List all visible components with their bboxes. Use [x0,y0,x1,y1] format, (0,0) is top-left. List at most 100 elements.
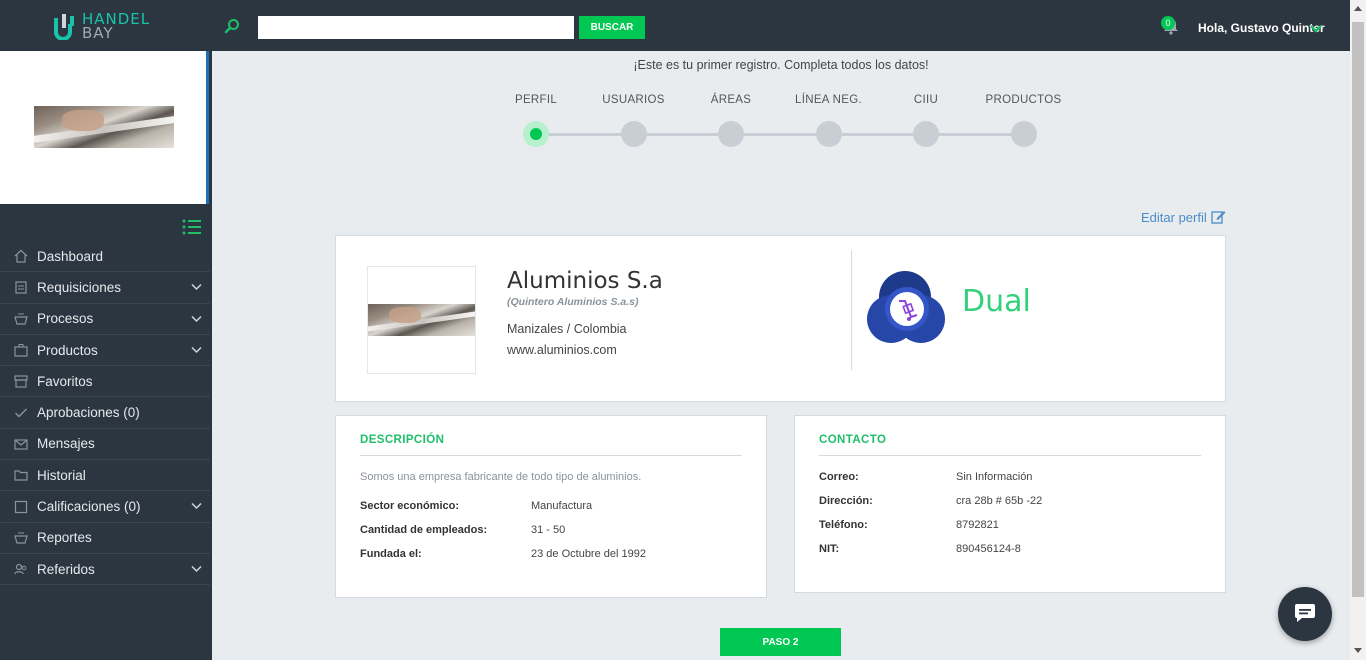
company-website[interactable]: www.aluminios.com [507,343,617,357]
company-name: Aluminios S.a [507,268,663,294]
sidebar-item-requisiciones[interactable]: Requisiciones [0,272,210,304]
employees-label: Cantidad de empleados: [360,524,488,536]
sidebar-item-label: Favoritos [37,373,93,389]
founded-label: Fundada el: [360,548,422,560]
sidebar-menu: Dashboard Requisiciones Procesos Product… [0,241,210,586]
chat-bubble-icon [1295,604,1315,622]
phone-value: 8792821 [956,519,999,531]
address-value: cra 28b # 65b -22 [956,495,1043,507]
user-greeting[interactable]: Hola, Gustavo Quinter [1198,21,1325,35]
first-registration-message: ¡Este es tu primer registro. Completa to… [633,58,929,72]
sidebar-item-label: Productos [37,342,98,358]
sector-value: Manufactura [531,500,593,512]
dual-plan-logo-icon [867,271,945,343]
sidebar-item-label: Requisiciones [37,279,122,295]
profile-card: Aluminios S.a (Quintero Aluminios S.a.s)… [335,235,1226,402]
step-label: USUARIOS [602,94,665,106]
sidebar-item-label: Mensajes [37,436,95,452]
step-usuarios[interactable]: USUARIOS [584,94,684,147]
sidebar-item-favoritos[interactable]: Favoritos [0,366,210,398]
step-dot-active[interactable] [523,121,549,147]
plan-name: Dual [962,284,1031,319]
sidebar-item-label: Referidos [37,561,95,577]
chevron-down-icon[interactable] [191,502,202,510]
folder-icon [14,470,28,481]
sidebar-item-reportes[interactable]: Reportes [0,523,210,554]
envelope-icon [14,439,28,450]
sidebar-item-calificaciones[interactable]: Calificaciones (0) [0,491,210,523]
description-text: Somos una empresa fabricante de todo tip… [360,471,642,483]
step-dot[interactable] [620,121,647,147]
sidebar-item-procesos[interactable]: Procesos [0,304,210,335]
sidebar-item-referidos[interactable]: Referidos [0,554,210,586]
edit-icon[interactable] [1211,209,1226,224]
company-location: Manizales / Colombia [507,322,627,336]
company-legal-name: (Quintero Aluminios S.a.s) [507,296,639,308]
step-linea-neg[interactable]: LÍNEA NEG. [779,94,879,147]
step-dot[interactable] [1010,121,1037,147]
sidebar-item-productos[interactable]: Productos [0,335,210,367]
sidebar: Dashboard Requisiciones Procesos Product… [0,51,212,660]
search-icon[interactable] [224,18,240,34]
handelbay-logo[interactable]: HANDEL BAY [52,10,162,42]
step-dot[interactable] [913,121,939,147]
step-label: CIIU [913,94,939,106]
profile-photo [368,304,475,336]
sidebar-item-label: Aprobaciones (0) [37,405,140,421]
chevron-down-icon[interactable] [191,565,202,573]
contact-title: CONTACTO [819,434,887,446]
sidebar-item-dashboard[interactable]: Dashboard [0,241,210,273]
sidebar-item-label: Historial [37,467,86,483]
sidebar-item-label: Calificaciones (0) [37,499,141,515]
email-value: Sin Información [956,471,1033,483]
contact-card: CONTACTO Correo: Sin Información Direcci… [794,415,1226,593]
list-toggle-icon[interactable] [182,219,201,235]
sidebar-item-historial[interactable]: Historial [0,460,210,492]
step-dot[interactable] [718,121,744,147]
profile-photo-frame [367,266,476,374]
chevron-down-icon[interactable] [1309,24,1323,34]
step-label: PRODUCTOS [985,94,1062,106]
logo-text: HANDEL BAY [82,12,150,41]
step-productos[interactable]: PRODUCTOS [974,94,1074,147]
scroll-down-arrow-icon[interactable] [1354,648,1362,653]
notification-badge: 0 [1161,16,1175,30]
card-divider [851,250,852,370]
step-label: PERFIL [514,94,558,106]
registration-stepper: PERFIL USUARIOS ÁREAS LÍNEA NEG. CIIU PR… [500,94,1080,154]
search-input[interactable] [258,16,574,39]
scroll-thumb[interactable] [1352,22,1364,597]
square-icon [14,500,28,513]
chevron-down-icon[interactable] [191,346,202,354]
divider [819,455,1201,456]
sidebar-item-mensajes[interactable]: Mensajes [0,429,210,461]
search-button[interactable]: BUSCAR [579,16,645,39]
phone-label: Teléfono: [819,519,868,531]
sidebar-item-aprobaciones[interactable]: Aprobaciones (0) [0,397,210,429]
page-scrollbar[interactable] [1350,0,1366,660]
next-step-button[interactable]: PASO 2 [720,628,841,656]
scroll-up-arrow-icon[interactable] [1354,6,1362,11]
description-card: DESCRIPCIÓN Somos una empresa fabricante… [335,415,767,598]
step-label: ÁREAS [710,94,752,106]
description-title: DESCRIPCIÓN [360,434,445,446]
step-perfil[interactable]: PERFIL [486,94,586,147]
nit-label: NIT: [819,543,840,555]
users-icon [14,564,27,575]
nit-value: 890456124-8 [956,543,1021,555]
step-dot[interactable] [815,121,842,147]
divider [360,455,742,456]
chat-button[interactable] [1278,587,1332,641]
logo-mark-icon [54,14,74,40]
step-areas[interactable]: ÁREAS [681,94,781,147]
chevron-down-icon[interactable] [191,315,202,323]
basket-icon [14,532,28,544]
basket-icon [14,313,28,325]
chevron-down-icon[interactable] [191,283,202,291]
edit-profile-link[interactable]: Editar perfil [1141,210,1207,225]
employees-value: 31 - 50 [531,524,566,536]
email-label: Correo: [819,471,859,483]
address-label: Dirección: [819,495,873,507]
step-ciiu[interactable]: CIIU [876,94,976,147]
top-bar: HANDEL BAY BUSCAR 0 Hola, Gustavo Quinte… [0,0,1350,51]
